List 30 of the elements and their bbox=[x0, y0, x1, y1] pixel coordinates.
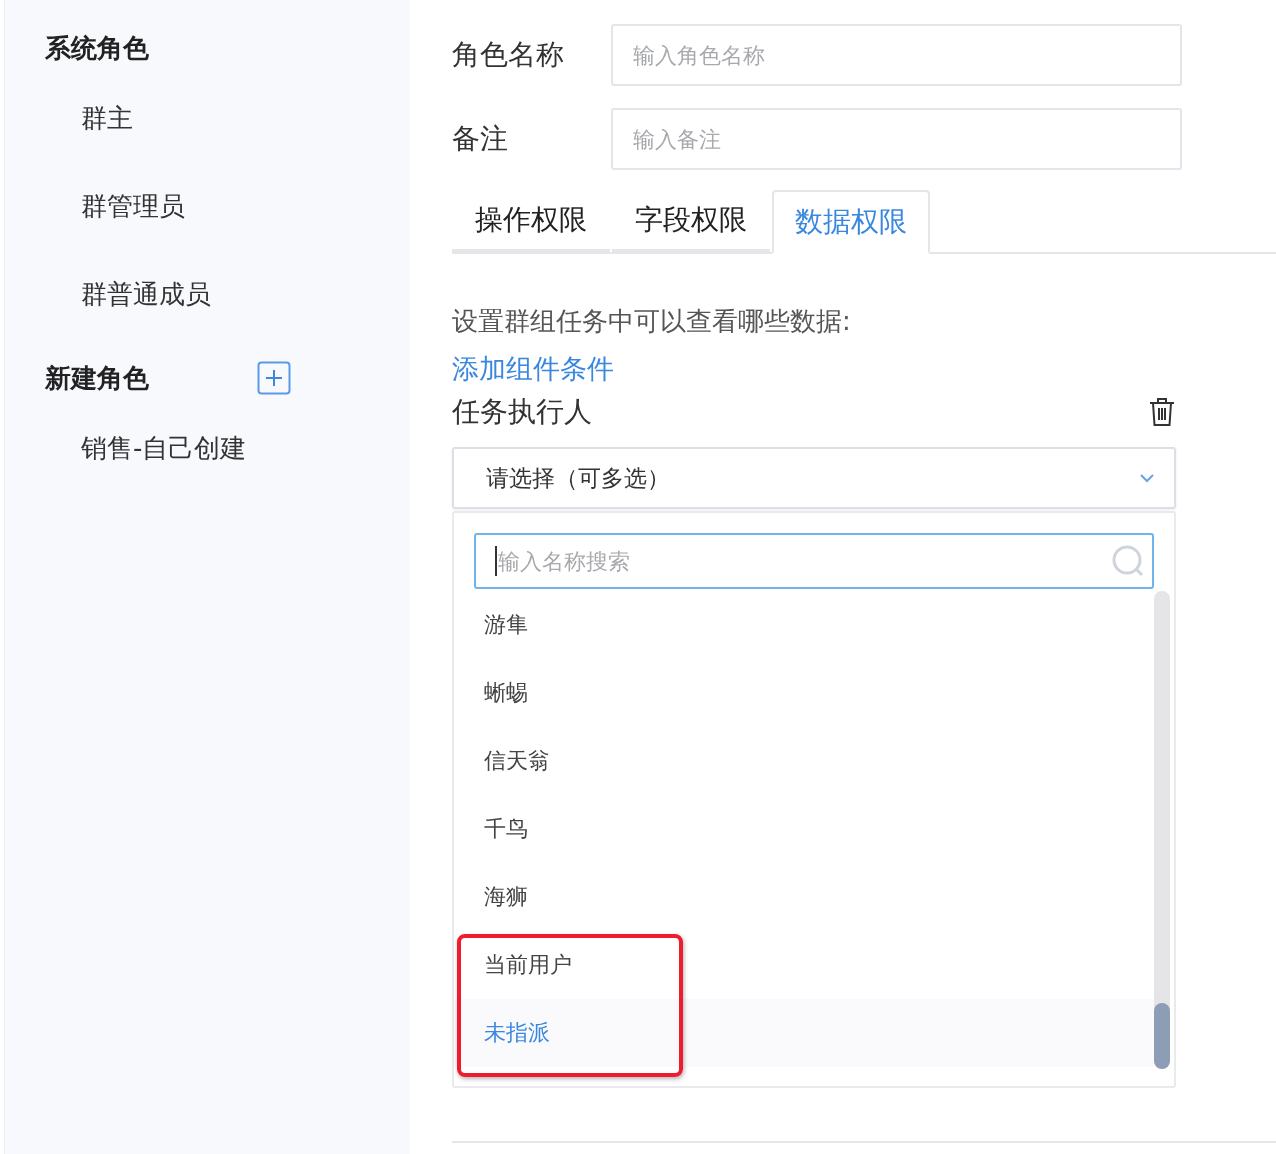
description-text: 设置群组任务中可以查看哪些数据: bbox=[452, 305, 852, 338]
sidebar-item[interactable]: 群主 bbox=[5, 88, 410, 176]
tab[interactable]: 字段权限 bbox=[612, 190, 770, 252]
dropdown-option[interactable]: 蜥蜴 bbox=[454, 659, 1154, 727]
delete-icon[interactable] bbox=[1148, 397, 1176, 427]
field-label: 角色名称 bbox=[452, 37, 565, 73]
select-field[interactable]: 请选择（可多选） bbox=[452, 447, 1176, 509]
search-field[interactable]: 输入名称搜索 bbox=[474, 533, 1154, 589]
add-condition-link[interactable]: 添加组件条件 bbox=[452, 351, 614, 387]
dropdown-option[interactable]: 海狮 bbox=[454, 863, 1154, 931]
field-label: 备注 bbox=[452, 121, 509, 157]
sidebar-item[interactable]: 销售-自己创建 bbox=[5, 418, 410, 506]
add-icon[interactable] bbox=[257, 361, 291, 395]
group-title: 新建角色 bbox=[45, 361, 149, 395]
tab[interactable]: 操作权限 bbox=[452, 190, 610, 252]
dropdown-option[interactable]: 千鸟 bbox=[454, 795, 1154, 863]
condition-label: 任务执行人 bbox=[452, 394, 592, 430]
dropdown-option[interactable]: 信天翁 bbox=[454, 727, 1154, 795]
dropdown-option[interactable]: 游隼 bbox=[454, 591, 1154, 659]
chevron-down-icon bbox=[1140, 473, 1154, 483]
dropdown-option[interactable]: 当前用户 bbox=[454, 931, 1154, 999]
tab[interactable]: 数据权限 bbox=[772, 190, 930, 254]
input-field[interactable]: 输入备注 bbox=[611, 108, 1182, 170]
sidebar-item[interactable]: 群管理员 bbox=[5, 176, 410, 264]
dropdown-option[interactable]: 未指派 bbox=[454, 999, 1154, 1067]
scrollbar-thumb[interactable] bbox=[1154, 1003, 1170, 1069]
group-title: 系统角色 bbox=[45, 31, 149, 65]
input-field[interactable]: 输入角色名称 bbox=[611, 24, 1182, 86]
search-icon bbox=[1112, 545, 1144, 577]
sidebar-item[interactable]: 群普通成员 bbox=[5, 264, 410, 352]
